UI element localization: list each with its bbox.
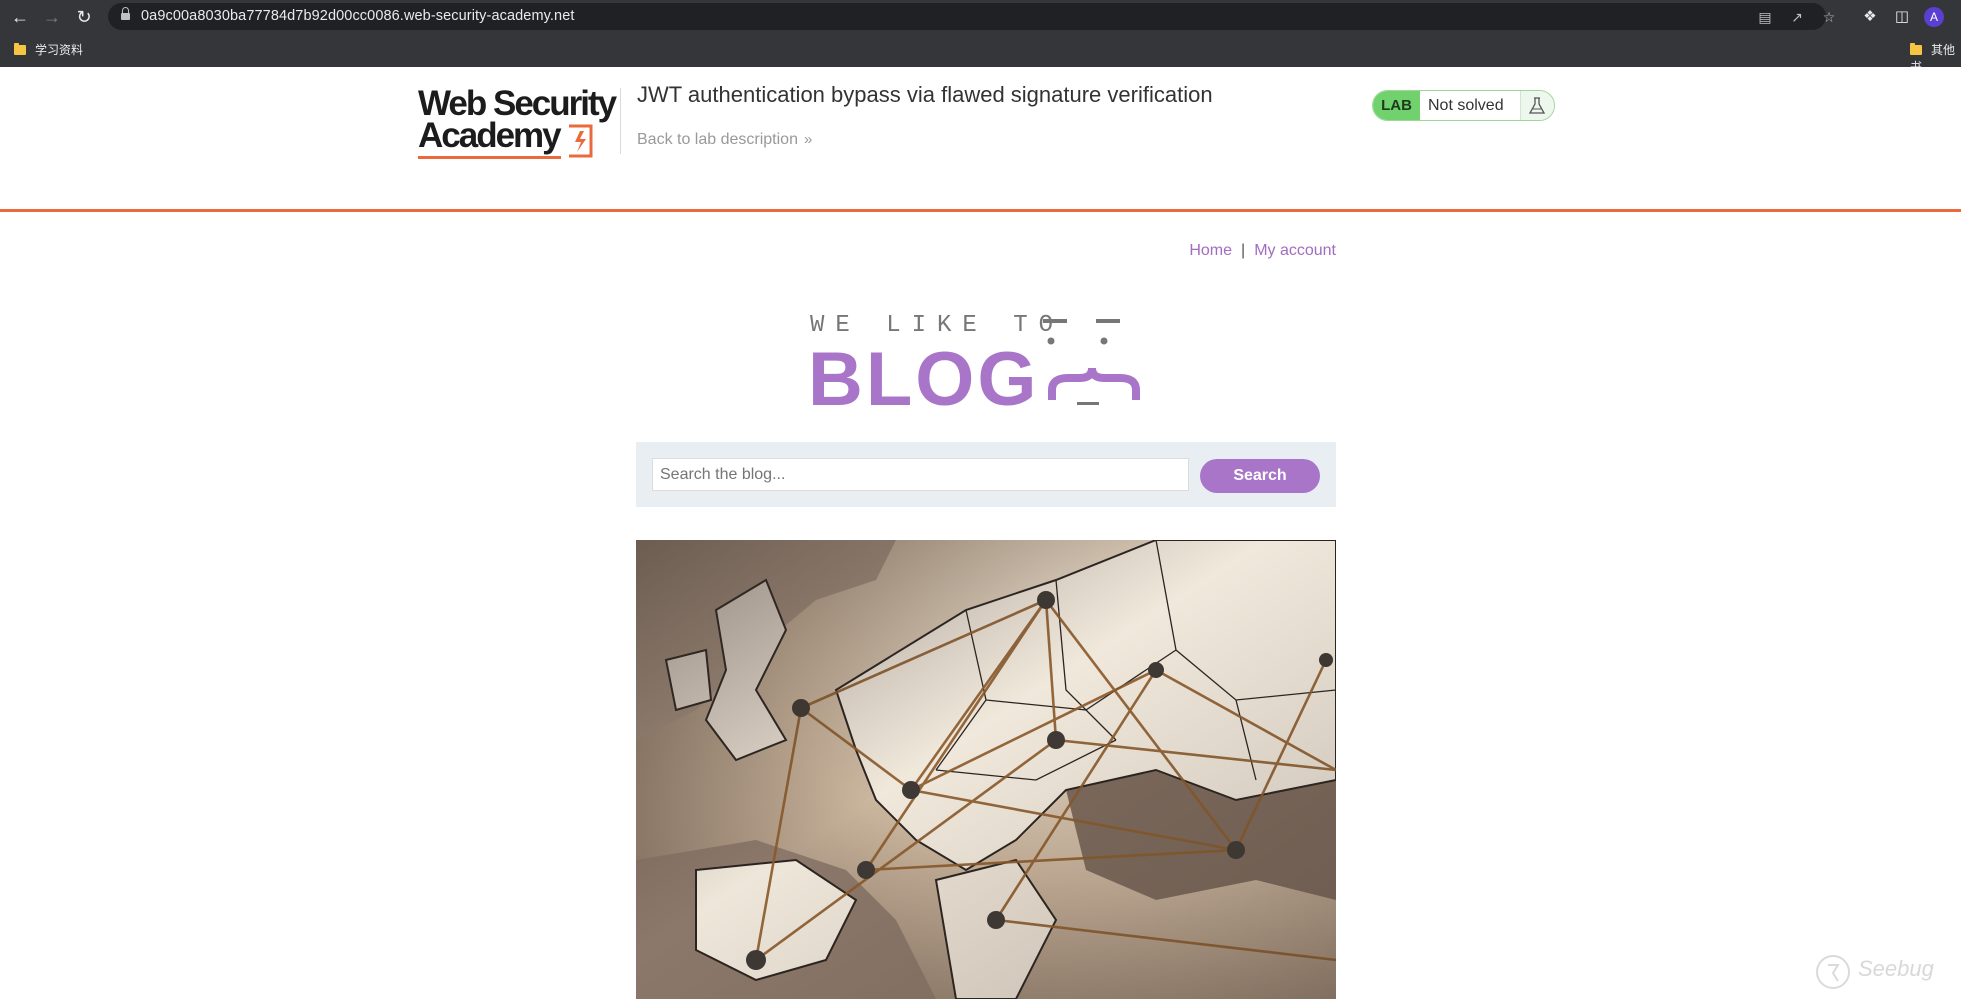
extensions-puzzle-icon[interactable]: ❖ <box>1858 5 1882 29</box>
bookmark-label: 学习资料 <box>35 43 84 57</box>
search-button[interactable]: Search <box>1200 459 1320 493</box>
address-bar[interactable]: 0a9c00a8030ba77784d7b92d00cc0086.web-sec… <box>108 3 1835 30</box>
flask-icon <box>1528 97 1546 114</box>
web-security-academy-logo[interactable]: Web Security Academy <box>418 86 618 160</box>
logo-underline <box>418 156 561 159</box>
back-arrow-icon[interactable]: ← <box>8 5 32 29</box>
folder-icon <box>1910 43 1922 55</box>
profile-avatar[interactable]: A <box>1924 7 1944 27</box>
blog-post-image[interactable] <box>636 540 1336 999</box>
side-panel-icon[interactable]: ◫ <box>1890 5 1914 29</box>
folder-icon <box>14 43 26 55</box>
double-chevron-icon: » <box>803 131 812 148</box>
reload-icon[interactable]: ↻ <box>72 5 96 29</box>
my-account-link[interactable]: My account <box>1254 242 1336 259</box>
share-icon[interactable]: ↗ <box>1787 7 1807 27</box>
lab-status-widget: LAB Not solved <box>1372 90 1555 121</box>
lab-status-text: Not solved <box>1428 97 1504 114</box>
lightning-bolt-icon <box>569 124 593 158</box>
bookmark-star-icon[interactable]: ☆ <box>1819 7 1839 27</box>
lab-badge: LAB <box>1373 91 1420 120</box>
search-input[interactable] <box>652 458 1189 491</box>
lock-icon <box>121 7 130 22</box>
lab-title: JWT authentication bypass via flawed sig… <box>637 82 1213 107</box>
url-text[interactable]: 0a9c00a8030ba77784d7b92d00cc0086.web-sec… <box>141 8 575 24</box>
logo-line2: Academy <box>418 116 562 155</box>
back-link-label: Back to lab description <box>637 131 798 148</box>
blog-top-nav: Home | My account <box>1189 242 1336 260</box>
header-divider <box>620 88 621 154</box>
watermark-text: Seebug <box>1858 956 1934 981</box>
blog-logo-tagline: WE LIKE TO <box>810 312 1065 339</box>
search-panel: Search <box>636 442 1336 507</box>
blog-logo: WE LIKE TO BLOG <box>808 306 1168 420</box>
header-orange-rule <box>0 209 1961 212</box>
nav-separator: | <box>1241 242 1246 259</box>
pill-separator <box>1520 91 1521 120</box>
translate-icon[interactable]: ▤ <box>1755 7 1775 27</box>
seebug-logo-icon <box>1816 955 1850 989</box>
home-link[interactable]: Home <box>1189 242 1232 259</box>
bookmarks-bar: 学习资料 其他书 <box>0 33 1961 74</box>
blog-logo-word: BLOG <box>808 337 1040 422</box>
forward-arrow-icon[interactable]: → <box>40 5 64 29</box>
curly-brace-face-icon <box>1043 319 1140 405</box>
back-to-lab-description-link[interactable]: Back to lab description » <box>637 131 812 149</box>
bookmark-folder[interactable]: 学习资料 <box>14 41 83 58</box>
browser-toolbar: ← → ↻ 0a9c00a8030ba77784d7b92d00cc0086.w… <box>0 0 1961 33</box>
seebug-watermark: Seebug <box>1814 953 1934 993</box>
